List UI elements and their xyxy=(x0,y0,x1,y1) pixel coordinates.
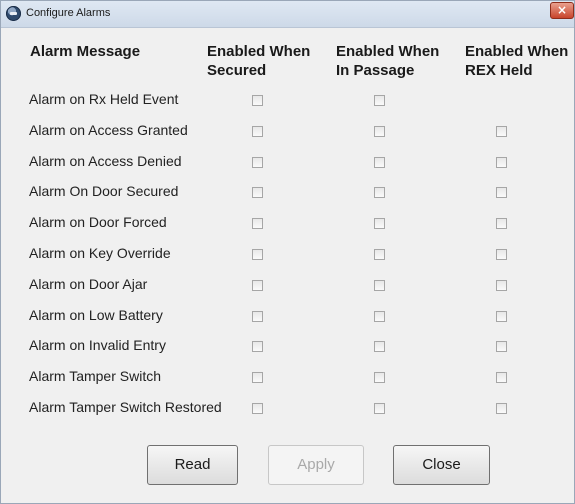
checkbox-secured[interactable] xyxy=(252,280,263,291)
checkbox-secured[interactable] xyxy=(252,95,263,106)
alarm-row-label: Alarm on Door Forced xyxy=(29,214,167,230)
read-button[interactable]: Read xyxy=(147,445,238,485)
alarm-row-label: Alarm Tamper Switch xyxy=(29,368,162,384)
checkbox-passage[interactable] xyxy=(374,157,385,168)
close-window-button[interactable]: × xyxy=(550,2,574,19)
close-button[interactable]: Close xyxy=(393,445,490,485)
checkbox-secured[interactable] xyxy=(252,372,263,383)
checkbox-passage[interactable] xyxy=(374,249,385,260)
alarm-row-label: Alarm on Key Override xyxy=(29,245,171,261)
apply-button[interactable]: Apply xyxy=(268,445,364,485)
configure-alarms-dialog: Configure Alarms × Alarm Message Enabled… xyxy=(0,0,575,504)
alarm-row-label: Alarm on Access Granted xyxy=(29,122,188,138)
checkbox-secured[interactable] xyxy=(252,218,263,229)
header-enabled-secured: Enabled When Secured xyxy=(207,43,311,79)
checkbox-secured[interactable] xyxy=(252,311,263,322)
header-alarm-message: Alarm Message xyxy=(30,43,141,60)
checkbox-passage[interactable] xyxy=(374,311,385,322)
checkbox-rex[interactable] xyxy=(496,403,507,414)
checkbox-passage[interactable] xyxy=(374,280,385,291)
checkbox-secured[interactable] xyxy=(252,157,263,168)
title-bar[interactable]: Configure Alarms × xyxy=(1,1,574,28)
app-icon xyxy=(6,6,21,21)
alarm-row-label: Alarm on Invalid Entry xyxy=(29,337,166,353)
checkbox-passage[interactable] xyxy=(374,187,385,198)
alarm-row-label: Alarm on Door Ajar xyxy=(29,276,148,292)
checkbox-passage[interactable] xyxy=(374,341,385,352)
checkbox-secured[interactable] xyxy=(252,187,263,198)
checkbox-rex[interactable] xyxy=(496,187,507,198)
checkbox-secured[interactable] xyxy=(252,249,263,260)
header-enabled-passage: Enabled When In Passage xyxy=(336,43,440,79)
checkbox-rex[interactable] xyxy=(496,249,507,260)
checkbox-rex[interactable] xyxy=(496,126,507,137)
checkbox-passage[interactable] xyxy=(374,95,385,106)
checkbox-secured[interactable] xyxy=(252,341,263,352)
checkbox-passage[interactable] xyxy=(374,403,385,414)
close-icon: × xyxy=(556,3,568,17)
checkbox-secured[interactable] xyxy=(252,126,263,137)
alarm-row-label: Alarm on Access Denied xyxy=(29,153,182,169)
alarm-row-label: Alarm Tamper Switch Restored xyxy=(29,399,222,415)
checkbox-rex[interactable] xyxy=(496,341,507,352)
window-title: Configure Alarms xyxy=(26,7,111,19)
header-enabled-rex-held: Enabled When REX Held xyxy=(465,43,569,79)
checkbox-rex[interactable] xyxy=(496,372,507,383)
checkbox-rex[interactable] xyxy=(496,280,507,291)
alarm-row-label: Alarm On Door Secured xyxy=(29,183,179,199)
checkbox-passage[interactable] xyxy=(374,218,385,229)
checkbox-rex[interactable] xyxy=(496,157,507,168)
checkbox-rex[interactable] xyxy=(496,311,507,322)
checkbox-secured[interactable] xyxy=(252,403,263,414)
checkbox-passage[interactable] xyxy=(374,126,385,137)
alarm-row-label: Alarm on Low Battery xyxy=(29,307,163,323)
checkbox-rex[interactable] xyxy=(496,218,507,229)
checkbox-passage[interactable] xyxy=(374,372,385,383)
alarm-row-label: Alarm on Rx Held Event xyxy=(29,91,179,107)
